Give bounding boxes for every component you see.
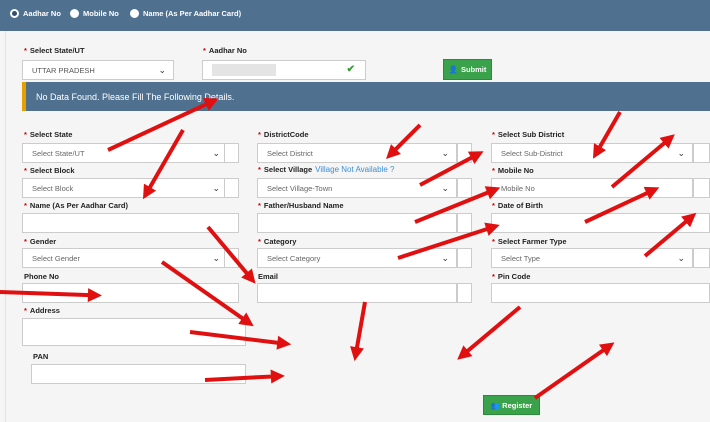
radio-name[interactable]: Name (As Per Aadhar Card) — [130, 9, 241, 18]
gender-select[interactable]: Select Gender ⌄ — [22, 248, 228, 268]
farmer-type-select[interactable]: Select Type ⌄ — [491, 248, 693, 268]
annotation-arrow — [533, 347, 606, 400]
radio-mobile[interactable]: Mobile No — [70, 9, 119, 18]
chevron-down-icon: ⌄ — [212, 148, 220, 158]
block-select[interactable]: Select Block ⌄ — [22, 178, 228, 198]
radio-dot-icon — [130, 9, 139, 18]
radio-dot-icon — [10, 9, 19, 18]
check-icon: ✔ — [346, 64, 355, 75]
chevron-down-icon: ⌄ — [212, 253, 220, 263]
email-label: Email — [258, 272, 279, 281]
users-icon: 👥 — [490, 400, 501, 410]
chevron-down-icon: ⌄ — [441, 148, 449, 158]
lookup-aadhar-label: * Aadhar No — [203, 46, 247, 55]
category-label: * Category — [258, 237, 297, 246]
email-addon — [457, 283, 472, 303]
aadhar-input[interactable]: ✔ — [202, 60, 366, 80]
father-label: * Father/Husband Name — [258, 201, 344, 210]
email-input[interactable] — [257, 283, 457, 303]
chevron-down-icon: ⌄ — [677, 148, 685, 158]
radio-dot-icon — [70, 9, 79, 18]
name-input[interactable] — [22, 213, 239, 233]
chevron-down-icon: ⌄ — [212, 183, 220, 193]
pan-label: PAN — [33, 352, 49, 361]
submit-button[interactable]: 👤 Submit — [443, 59, 492, 80]
search-mode-bar: Aadhar No Mobile No Name (As Per Aadhar … — [0, 0, 710, 31]
state-addon — [224, 143, 239, 163]
user-icon: 👤 — [448, 65, 458, 74]
pin-label: * Pin Code — [492, 272, 531, 281]
district-select[interactable]: Select District ⌄ — [257, 143, 457, 163]
category-select[interactable]: Select Category ⌄ — [257, 248, 457, 268]
masked-value — [212, 64, 276, 76]
address-label: * Address — [24, 306, 60, 315]
block-addon — [224, 178, 239, 198]
subdistrict-addon — [693, 143, 710, 163]
name-label: * Name (As Per Aadhar Card) — [24, 201, 129, 210]
chevron-down-icon: ⌄ — [677, 253, 685, 263]
lookup-state-label: * Select State/UT — [24, 46, 85, 55]
state-label: * Select State — [24, 130, 73, 139]
gender-label: * Gender — [24, 237, 57, 246]
annotation-arrow — [465, 305, 522, 354]
state-select[interactable]: Select State/UT ⌄ — [22, 143, 228, 163]
village-addon — [457, 178, 472, 198]
pin-input[interactable] — [491, 283, 710, 303]
dob-label: * Date of Birth — [492, 201, 543, 210]
village-label: * Select Village Village Not Available ? — [258, 165, 395, 174]
mobile-input[interactable]: Mobile No — [491, 178, 693, 198]
block-label: * Select Block — [24, 166, 75, 175]
chevron-down-icon: ⌄ — [158, 65, 166, 75]
annotation-arrow — [354, 301, 367, 350]
district-label: * DistrictCode — [258, 130, 309, 139]
register-button[interactable]: 👥 Register — [483, 395, 540, 415]
no-data-banner: No Data Found. Please Fill The Following… — [22, 82, 710, 111]
mobile-label: * Mobile No — [492, 166, 534, 175]
category-addon — [457, 248, 472, 268]
radio-aadhar[interactable]: Aadhar No — [10, 9, 61, 18]
left-edge — [0, 31, 6, 422]
phone-label: Phone No — [24, 272, 59, 281]
lookup-state-select[interactable]: UTTAR PRADESH ⌄ — [22, 60, 174, 80]
subdistrict-label: * Select Sub District — [492, 130, 565, 139]
farmer-type-label: * Select Farmer Type — [492, 237, 567, 246]
father-addon — [457, 213, 472, 233]
mobile-addon — [693, 178, 710, 198]
farmer-type-addon — [693, 248, 710, 268]
chevron-down-icon: ⌄ — [441, 183, 449, 193]
village-not-available-link[interactable]: Village Not Available ? — [315, 165, 394, 174]
chevron-down-icon: ⌄ — [441, 253, 449, 263]
